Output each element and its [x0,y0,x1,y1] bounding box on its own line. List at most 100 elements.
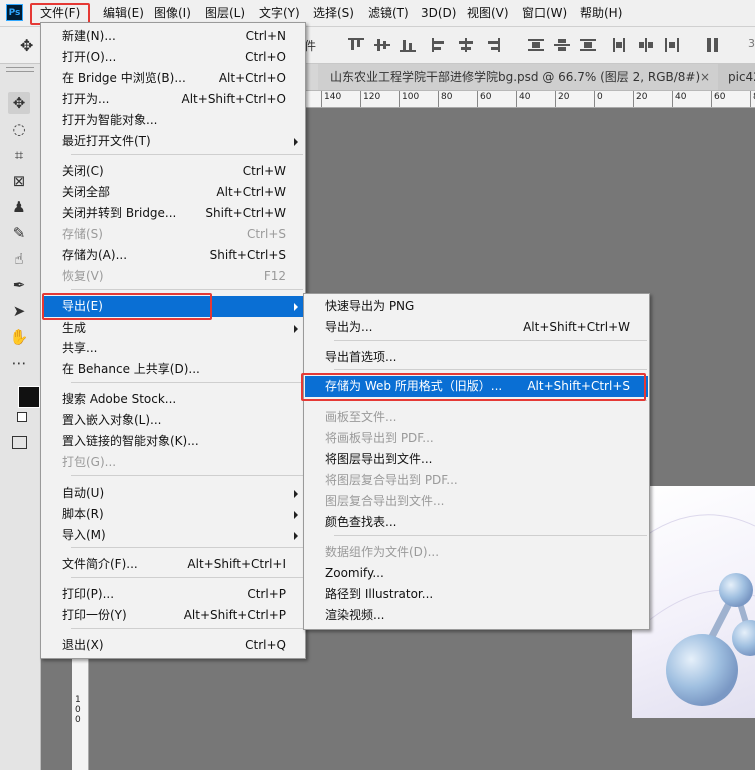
menu-separator [71,154,303,155]
lasso-tool-icon[interactable]: ◌ [8,118,30,140]
menu-type[interactable]: 文字(Y) [259,4,300,22]
file_menu-item-24[interactable]: 打印(P)... Ctrl+P [42,584,304,605]
file_menu-item-label: 打印一份(Y) [62,608,127,622]
document-tab-2[interactable]: pic42 [718,64,755,90]
file_menu-item-21[interactable]: 脚本(R) [42,504,304,525]
ruler-tick-label: 60 [711,91,725,107]
distribute-left-icon[interactable] [612,38,628,52]
export_menu-item-6[interactable]: 将图层导出到文件... [305,449,648,470]
file_menu-item-shortcut: Alt+Shift+Ctrl+P [183,608,286,622]
file_menu-item-15[interactable]: 在 Behance 上共享(D)... [42,359,304,380]
align-top-icon[interactable] [348,38,364,52]
export_menu-item-5[interactable]: 将画板导出到 PDF... [305,428,648,449]
file_menu-item-shortcut: Ctrl+N [245,29,286,43]
export-submenu: 快速导出为 PNG 导出为... Alt+Shift+Ctrl+W 导出首选项... 存… [303,293,650,630]
file_menu-item-label: 导入(M) [62,528,106,542]
file_menu-item-5[interactable]: 最近打开文件(T) [42,131,304,152]
export_menu-item-12[interactable]: 路径到 Illustrator... [305,584,648,605]
file_menu-item-3[interactable]: 打开为... Alt+Shift+Ctrl+O [42,89,304,110]
file_menu-item-8[interactable]: 关闭并转到 Bridge... Shift+Ctrl+W [42,203,304,224]
stamp-tool-icon[interactable]: ♟ [8,196,30,218]
export_menu-item-9[interactable]: 颜色查找表... [305,512,648,533]
file_menu-item-22[interactable]: 导入(M) [42,525,304,546]
menu-separator [334,340,647,341]
export_menu-item-4[interactable]: 画板至文件... [305,407,648,428]
document-tab-2-title: pic42 [728,70,755,84]
more-tools-icon[interactable]: ⋯ [8,352,30,374]
export_menu-item-label: 导出为... [325,320,373,334]
menu-separator [71,382,303,383]
file_menu-item-20[interactable]: 自动(U) [42,483,304,504]
distribute-vcenter-icon[interactable] [554,38,570,52]
distribute-bottom-icon[interactable] [580,38,596,52]
export_menu-item-7[interactable]: 将图层复合导出到 PDF... [305,470,648,491]
file_menu-item-label: 搜索 Adobe Stock... [62,392,177,406]
file_menu-item-19[interactable]: 打包(G)... [42,452,304,473]
file_menu-item-13[interactable]: 生成 [42,318,304,339]
file_menu-item-17[interactable]: 置入嵌入对象(L)... [42,410,304,431]
file_menu-item-23[interactable]: 文件简介(F)... Alt+Shift+Ctrl+I [42,554,304,575]
distribute-top-icon[interactable] [528,38,544,52]
path-select-tool-icon[interactable]: ➤ [8,300,30,322]
menu-image[interactable]: 图像(I) [154,4,191,22]
file_menu-item-7[interactable]: 关闭全部 Alt+Ctrl+W [42,182,304,203]
export_menu-item-13[interactable]: 渲染视频... [305,605,648,626]
smudge-tool-icon[interactable]: ☝ [8,248,30,270]
distribute-hcenter-icon[interactable] [638,38,654,52]
menu-3d[interactable]: 3D(D) [421,4,456,22]
menu-view[interactable]: 视图(V) [467,4,509,22]
file_menu-item-11[interactable]: 恢复(V) F12 [42,266,304,287]
export_menu-item-11[interactable]: Zoomify... [305,563,648,584]
quick-mask-icon[interactable] [12,436,27,449]
align-hcenter-icon[interactable] [458,38,474,52]
export_menu-item-8[interactable]: 图层复合导出到文件... [305,491,648,512]
export_menu-item-2[interactable]: 导出首选项... [305,347,648,368]
file_menu-item-18[interactable]: 置入链接的智能对象(K)... [42,431,304,452]
align-bottom-icon[interactable] [400,38,416,52]
frame-tool-icon[interactable]: ⊠ [8,170,30,192]
export_menu-item-0[interactable]: 快速导出为 PNG [305,296,648,317]
eraser-tool-icon[interactable]: ✎ [8,222,30,244]
file_menu-item-25[interactable]: 打印一份(Y) Alt+Shift+Ctrl+P [42,605,304,626]
menu-help[interactable]: 帮助(H) [580,4,622,22]
menu-select[interactable]: 选择(S) [313,4,354,22]
hand-tool-icon[interactable]: ✋ [8,326,30,348]
menu-edit[interactable]: 编辑(E) [103,4,144,22]
file_menu-item-label: 打包(G)... [62,455,117,469]
align-right-icon[interactable] [484,38,500,52]
export_menu-item-label: 将图层复合导出到 PDF... [325,473,458,487]
file_menu-item-9[interactable]: 存储(S) Ctrl+S [42,224,304,245]
file_menu-item-10[interactable]: 存储为(A)... Shift+Ctrl+S [42,245,304,266]
submenu-arrow-icon [294,511,298,519]
pen-tool-icon[interactable]: ✒ [8,274,30,296]
toolbox-grip-icon[interactable] [6,67,34,72]
file_menu-item-16[interactable]: 搜索 Adobe Stock... [42,389,304,410]
file_menu-item-4[interactable]: 打开为智能对象... [42,110,304,131]
auto-align-icon[interactable] [706,38,722,52]
crop-tool-icon[interactable]: ⌗ [8,144,30,166]
align-vcenter-icon[interactable] [374,38,390,52]
move-tool-icon[interactable]: ✥ [20,36,33,55]
file_menu-item-14[interactable]: 共享... [42,338,304,359]
menu-layer[interactable]: 图层(L) [205,4,245,22]
file_menu-item-26[interactable]: 退出(X) Ctrl+Q [42,635,304,656]
photoshop-logo: Ps [6,4,23,21]
export_menu-item-1[interactable]: 导出为... Alt+Shift+Ctrl+W [305,317,648,338]
export_menu-item-10[interactable]: 数据组作为文件(D)... [305,542,648,563]
file_menu-item-2[interactable]: 在 Bridge 中浏览(B)... Alt+Ctrl+O [42,68,304,89]
menu-filter[interactable]: 滤镜(T) [368,4,409,22]
file_menu-item-0[interactable]: 新建(N)... Ctrl+N [42,26,304,47]
align-left-icon[interactable] [432,38,448,52]
tab-close-icon[interactable]: × [700,64,710,90]
distribute-right-icon[interactable] [664,38,680,52]
file_menu-item-label: 打开为智能对象... [62,113,158,127]
file_menu-item-6[interactable]: 关闭(C) Ctrl+W [42,161,304,182]
document-tab-active[interactable]: 山东农业工程学院干部进修学院bg.psd @ 66.7% (图层 2, RGB/… [318,64,719,90]
foreground-color-swatch[interactable] [18,386,40,408]
file_menu-item-1[interactable]: 打开(O)... Ctrl+O [42,47,304,68]
file_menu-item-shortcut: Ctrl+Q [245,638,286,652]
move-tool-icon[interactable]: ✥ [8,92,30,114]
default-colors-icon[interactable] [17,412,27,422]
menu-window[interactable]: 窗口(W) [522,4,567,22]
save-for-web-callout-box [301,373,646,401]
